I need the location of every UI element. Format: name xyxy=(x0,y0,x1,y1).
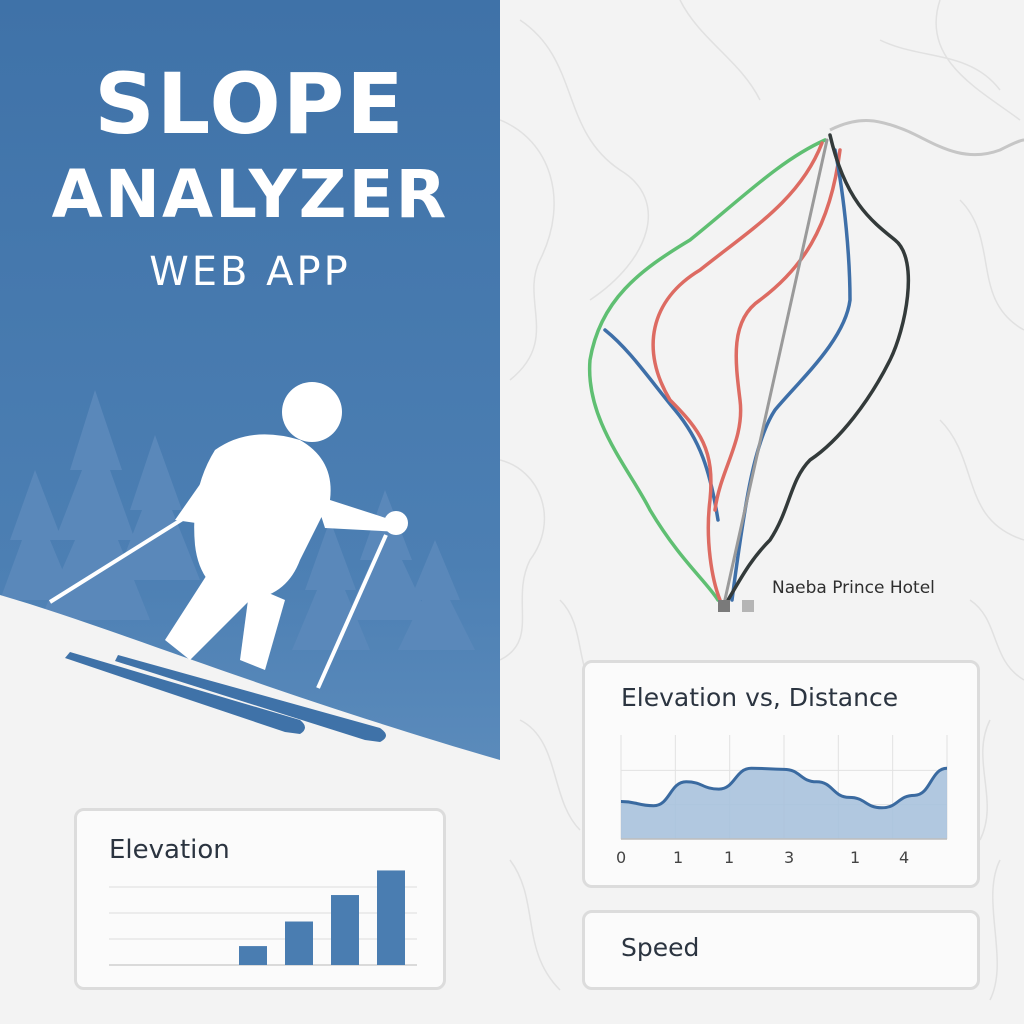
elevation-bar-chart xyxy=(109,870,417,966)
hotel-marker-icon[interactable] xyxy=(742,600,754,612)
run-blue-left xyxy=(603,328,720,522)
run-black xyxy=(726,133,911,602)
elevation-profile-chart xyxy=(620,735,948,840)
x-tick: 1 xyxy=(673,848,684,867)
speed-card[interactable]: Speed xyxy=(582,910,980,990)
lift-station-icon[interactable] xyxy=(718,600,730,612)
x-tick: 1 xyxy=(850,848,861,867)
app-title-line2: ANALYZER xyxy=(51,156,449,233)
x-tick: 4 xyxy=(899,848,910,867)
run-blue-right xyxy=(730,148,852,602)
profile-card[interactable]: Elevation vs, Distance xyxy=(582,660,980,888)
x-tick: 1 xyxy=(724,848,735,867)
elevation-area xyxy=(621,768,947,839)
elevation-bar xyxy=(285,921,313,965)
ridge-line xyxy=(829,119,1024,157)
x-tick: 3 xyxy=(784,848,795,867)
elevation-bar xyxy=(331,895,359,965)
x-tick: 0 xyxy=(616,848,627,867)
elevation-bar xyxy=(377,870,405,965)
ski-runs[interactable] xyxy=(587,133,911,606)
hotel-label: Naeba Prince Hotel xyxy=(772,578,935,598)
elevation-bar xyxy=(239,946,267,965)
app-subtitle: WEB APP xyxy=(149,249,351,295)
app-title: SLOPE xyxy=(94,55,406,153)
elevation-card[interactable]: Elevation xyxy=(74,808,446,990)
speed-card-title: Speed xyxy=(621,933,700,962)
